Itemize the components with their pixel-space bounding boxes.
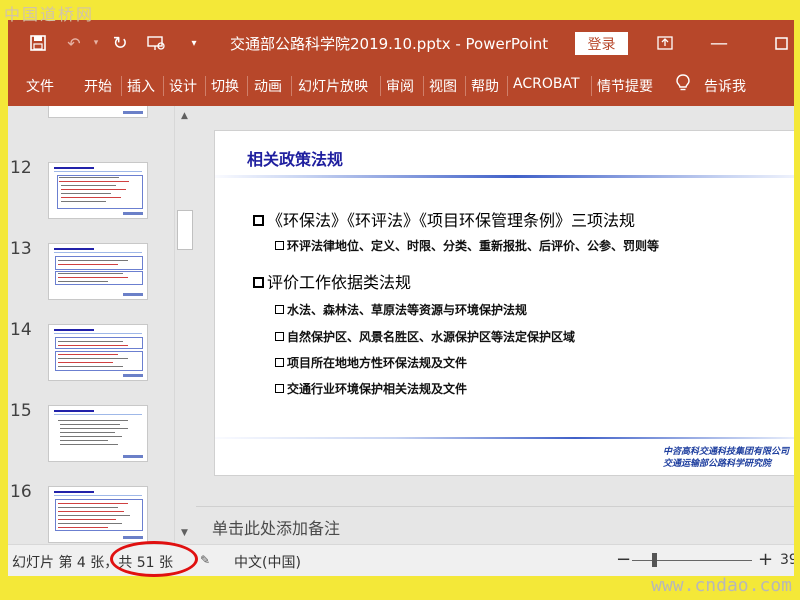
spellcheck-icon[interactable]: ✎	[198, 553, 212, 567]
title-underline	[215, 175, 794, 178]
scrollbar-thumb[interactable]	[177, 210, 193, 250]
thumbnail-row-15[interactable]: 15	[8, 401, 176, 481]
square-bullet-icon	[275, 358, 284, 367]
zoom-percentage[interactable]: 39	[780, 552, 794, 568]
repeat-icon[interactable]: ↻	[109, 32, 131, 54]
footer-rule	[215, 437, 794, 439]
square-bullet-icon	[275, 332, 284, 341]
thumbnail-number: 16	[10, 482, 32, 502]
tab-separator	[465, 76, 466, 96]
ribbon-tabs: 文件 开始 插入 设计 切换 动画 幻灯片放映 审阅 视图 帮助 ACROBAT…	[8, 66, 794, 106]
title-bar: ↶ ▾ ↻ ▾ 交通部公路科学院2019.10.pptx - PowerPoin…	[8, 20, 794, 66]
current-slide[interactable]: 相关政策法规 《环保法》《环评法》《项目环保管理条例》三项法规 环评法律地位、定…	[214, 130, 794, 476]
bullet-level2[interactable]: 交通行业环境保护相关法规及文件	[275, 380, 467, 397]
slide-thumbnail[interactable]	[48, 243, 148, 300]
tab-separator	[121, 76, 122, 96]
thumbnail-row-14[interactable]: 14	[8, 320, 176, 400]
square-bullet-icon	[253, 214, 264, 226]
tell-me-search[interactable]: 告诉我	[704, 76, 746, 96]
scroll-down-icon[interactable]: ▼	[178, 526, 191, 540]
square-bullet-icon	[275, 384, 284, 393]
zoom-slider-handle[interactable]	[651, 553, 657, 567]
tab-home[interactable]: 开始	[84, 76, 112, 96]
tab-separator	[163, 76, 164, 96]
maximize-icon[interactable]	[770, 32, 792, 54]
lightbulb-icon[interactable]	[676, 74, 690, 96]
present-from-start-icon[interactable]	[145, 32, 167, 54]
undo-icon[interactable]: ↶	[63, 32, 85, 54]
save-icon[interactable]	[27, 32, 49, 54]
tab-help[interactable]: 帮助	[471, 76, 499, 96]
thumbnail-number: 14	[10, 320, 32, 340]
thumbnail-row-16[interactable]: 16	[8, 482, 176, 544]
slide-thumbnail[interactable]	[48, 405, 148, 462]
minimize-icon[interactable]: —	[708, 32, 730, 54]
slide-thumbnail[interactable]	[48, 486, 148, 543]
thumbnail-row-12[interactable]: 12	[8, 158, 176, 238]
slide-thumbnail[interactable]	[48, 324, 148, 381]
square-bullet-icon	[275, 305, 284, 314]
annotation-circle	[110, 541, 198, 577]
thumbnail-number: 15	[10, 401, 32, 421]
zoom-slider-track[interactable]	[632, 560, 752, 561]
watermark-top: 中国道桥网	[4, 5, 95, 24]
tab-storyboarding[interactable]: 情节提要	[597, 76, 653, 96]
notes-placeholder[interactable]: 单击此处添加备注	[212, 515, 340, 539]
scroll-up-icon[interactable]: ▲	[178, 109, 191, 123]
tab-separator	[507, 76, 508, 96]
tab-file[interactable]: 文件	[26, 76, 54, 96]
tab-separator	[291, 76, 292, 96]
slide-title[interactable]: 相关政策法规	[247, 146, 343, 170]
watermark-bottom: www.cndao.com	[651, 575, 792, 596]
tab-animations[interactable]: 动画	[254, 76, 282, 96]
tab-view[interactable]: 视图	[429, 76, 457, 96]
login-button[interactable]: 登录	[575, 32, 628, 55]
slide-editing-area: 相关政策法规 《环保法》《环评法》《项目环保管理条例》三项法规 环评法律地位、定…	[196, 106, 794, 506]
slide-thumbnail-panel: 12 13 14 15 16	[8, 106, 176, 544]
thumbnail-row-13[interactable]: 13	[8, 239, 176, 319]
tab-transitions[interactable]: 切换	[211, 76, 239, 96]
tab-design[interactable]: 设计	[169, 76, 197, 96]
undo-dropdown-icon[interactable]: ▾	[85, 32, 107, 54]
bullet-level2[interactable]: 自然保护区、风景名胜区、水源保护区等法定保护区域	[275, 328, 575, 345]
zoom-in-button[interactable]: +	[758, 549, 773, 570]
slide-thumbnail[interactable]	[48, 162, 148, 219]
tab-separator	[380, 76, 381, 96]
bullet-level1[interactable]: 评价工作依据类法规	[253, 269, 411, 293]
tab-acrobat[interactable]: ACROBAT	[513, 76, 580, 92]
tab-separator	[423, 76, 424, 96]
notes-pane[interactable]: 单击此处添加备注	[196, 506, 794, 544]
tab-separator	[247, 76, 248, 96]
thumbnail-scrollbar[interactable]: ▲ ▼	[174, 106, 194, 544]
tab-insert[interactable]: 插入	[127, 76, 155, 96]
powerpoint-window: ↶ ▾ ↻ ▾ 交通部公路科学院2019.10.pptx - PowerPoin…	[8, 20, 794, 576]
bullet-level2[interactable]: 水法、森林法、草原法等资源与环境保护法规	[275, 301, 527, 318]
company-name-line2: 交通运输部公路科学研究院	[663, 459, 772, 469]
tab-slideshow[interactable]: 幻灯片放映	[298, 76, 368, 96]
tab-review[interactable]: 审阅	[386, 76, 414, 96]
square-bullet-icon	[275, 241, 284, 250]
thumbnail-number: 12	[10, 158, 32, 178]
bullet-level1[interactable]: 《环保法》《环评法》《项目环保管理条例》三项法规	[253, 207, 635, 231]
zoom-out-button[interactable]: −	[616, 549, 631, 570]
customize-toolbar-icon[interactable]: ▾	[183, 32, 205, 54]
thumbnail-partial[interactable]	[48, 106, 148, 118]
thumbnail-number: 13	[10, 239, 32, 259]
tab-separator	[205, 76, 206, 96]
bullet-level2[interactable]: 项目所在地地方性环保法规及文件	[275, 354, 467, 371]
ribbon-display-options-icon[interactable]	[654, 32, 676, 54]
tab-separator	[591, 76, 592, 96]
square-bullet-icon	[253, 276, 264, 288]
bullet-level2[interactable]: 环评法律地位、定义、时限、分类、重新报批、后评价、公参、罚则等	[275, 237, 659, 254]
language-indicator[interactable]: 中文(中国)	[234, 552, 301, 572]
document-title: 交通部公路科学院2019.10.pptx - PowerPoint	[230, 35, 549, 53]
